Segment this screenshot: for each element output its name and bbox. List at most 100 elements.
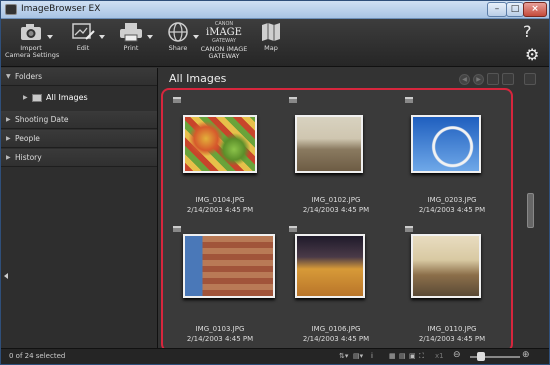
folders-label: Folders [15, 72, 43, 81]
thumbnail-item[interactable]: IMG_0102.JPG 2/14/2003 4:45 PM [285, 93, 397, 219]
title-bar: ImageBrowser EX – □ × [1, 1, 549, 19]
shooting-date-label: Shooting Date [15, 115, 69, 124]
history-label: History [15, 153, 42, 162]
edit-label: Edit [76, 44, 90, 52]
main-content: All Images ◀ ▶ IMG_0104.JPG 2/14/2003 4:… [159, 68, 549, 352]
expand-arrow-icon: ▶ [6, 116, 11, 123]
flag-icon [405, 226, 413, 232]
gateway-label: CANON iMAGE GATEWAY [200, 45, 248, 60]
sidebar-item-all-images[interactable]: ▶ All Images [1, 89, 157, 107]
settings-gear-icon[interactable]: ⚙ [525, 45, 539, 64]
file-date: 2/14/2003 4:45 PM [186, 335, 254, 343]
vertical-scrollbar[interactable] [525, 93, 537, 348]
flag-icon [405, 97, 413, 103]
info-icon[interactable]: i [371, 352, 373, 360]
edit-button[interactable]: Edit [67, 21, 105, 52]
file-name: IMG_0203.JPG [427, 196, 477, 204]
edit-dropdown-icon[interactable] [99, 35, 105, 39]
view-mode-icon[interactable] [487, 73, 499, 85]
selection-count: 0 of 24 selected [9, 352, 66, 360]
print-label: Print [123, 44, 139, 52]
edit-icon [72, 23, 95, 40]
flag-icon [289, 97, 297, 103]
dining-room-photo [411, 234, 481, 298]
zoom-out-icon[interactable]: ⊖ [453, 350, 461, 360]
fullscreen-icon[interactable]: ⛶ [419, 352, 424, 361]
file-date: 2/14/2003 4:45 PM [418, 335, 486, 343]
market-photo [183, 115, 257, 173]
window-title: ImageBrowser EX [21, 4, 101, 14]
people-header[interactable]: ▶ People [1, 130, 157, 148]
scroll-thumb[interactable] [527, 193, 534, 228]
map-icon [262, 23, 280, 41]
page-title: All Images [169, 72, 227, 85]
zoom-level: x1 [435, 352, 444, 360]
map-button[interactable]: Map [257, 21, 285, 52]
flag-icon [173, 97, 181, 103]
status-bar: 0 of 24 selected ⇅▾ ▤▾ i ▦ ▤ ▣ ⛶ x1 ⊖ ⊕ [1, 348, 549, 364]
expand-arrow-icon: ▶ [6, 154, 11, 161]
import-button[interactable]: Import Camera Settings [5, 21, 60, 59]
trash-icon[interactable] [524, 73, 536, 85]
printer-icon [120, 23, 142, 42]
thumbnail-grid: IMG_0104.JPG 2/14/2003 4:45 PM IMG_0102.… [161, 88, 513, 352]
file-name: IMG_0110.JPG [427, 325, 477, 333]
minimize-button[interactable]: – [487, 2, 507, 17]
app-window: ImageBrowser EX – □ × Import Camera Sett… [0, 0, 550, 365]
expand-arrow-icon: ▶ [6, 135, 11, 142]
file-date: 2/14/2003 4:45 PM [418, 206, 486, 214]
file-name: IMG_0106.JPG [311, 325, 361, 333]
filter-icon[interactable] [502, 73, 514, 85]
expand-arrow-icon[interactable]: ▶ [23, 94, 28, 101]
room-photo [295, 115, 363, 173]
file-name: IMG_0103.JPG [195, 325, 245, 333]
file-date: 2/14/2003 4:45 PM [302, 206, 370, 214]
shooting-date-header[interactable]: ▶ Shooting Date [1, 111, 157, 129]
ferris-wheel-photo [411, 115, 481, 173]
thumbnail-item[interactable]: IMG_0106.JPG 2/14/2003 4:45 PM [285, 222, 397, 348]
file-name: IMG_0104.JPG [195, 196, 245, 204]
maximize-button[interactable]: □ [506, 2, 524, 17]
preview-view-icon[interactable]: ▣ [409, 352, 416, 360]
gateway-logo-main: iMAGE [206, 27, 242, 38]
camera-icon [21, 24, 41, 40]
collapse-arrow-icon: ▼ [6, 73, 11, 80]
file-date: 2/14/2003 4:45 PM [302, 335, 370, 343]
all-images-label: All Images [46, 93, 88, 102]
map-label: Map [264, 44, 278, 52]
sort-icon[interactable]: ⇅▾ [339, 352, 348, 360]
windmills-photo [295, 234, 365, 298]
zoom-in-icon[interactable]: ⊕ [522, 350, 530, 360]
import-label: Import Camera Settings [5, 44, 60, 59]
image-gateway-button[interactable]: CANON iMAGE GATEWAY CANON iMAGE GATEWAY [199, 21, 249, 60]
print-button[interactable]: Print [115, 21, 153, 52]
globe-icon [168, 22, 188, 42]
sidebar: ▼ Folders ▶ All Images ▶ Shooting Date ▶… [1, 68, 158, 348]
share-button[interactable]: Share [163, 21, 199, 52]
file-date: 2/14/2003 4:45 PM [186, 206, 254, 214]
sidebar-collapse-icon[interactable] [4, 273, 8, 279]
building-photo [183, 234, 275, 298]
gateway-logo-bottom: GATEWAY [212, 38, 236, 44]
image-gateway-logo: CANON iMAGE GATEWAY [199, 21, 249, 45]
thumbnail-item[interactable]: IMG_0203.JPG 2/14/2003 4:45 PM [401, 93, 513, 219]
thumbnail-item[interactable]: IMG_0110.JPG 2/14/2003 4:45 PM [401, 222, 513, 348]
help-button[interactable]: ? [523, 22, 532, 41]
import-dropdown-icon[interactable] [47, 35, 53, 39]
flag-icon [173, 226, 181, 232]
grid-view-icon[interactable]: ▦ [389, 352, 396, 360]
thumbnail-item[interactable]: IMG_0103.JPG 2/14/2003 4:45 PM [169, 222, 281, 348]
back-icon[interactable]: ◀ [459, 74, 470, 85]
zoom-slider-knob[interactable] [477, 352, 485, 361]
folders-header[interactable]: ▼ Folders [1, 68, 157, 86]
filter-menu-icon[interactable]: ▤▾ [353, 352, 363, 360]
flag-icon [289, 226, 297, 232]
images-folder-icon [32, 94, 42, 102]
people-label: People [15, 134, 40, 143]
history-header[interactable]: ▶ History [1, 149, 157, 167]
print-dropdown-icon[interactable] [147, 35, 153, 39]
thumbnail-item[interactable]: IMG_0104.JPG 2/14/2003 4:45 PM [169, 93, 281, 219]
list-view-icon[interactable]: ▤ [399, 352, 406, 360]
close-button[interactable]: × [523, 2, 547, 17]
forward-icon[interactable]: ▶ [473, 74, 484, 85]
